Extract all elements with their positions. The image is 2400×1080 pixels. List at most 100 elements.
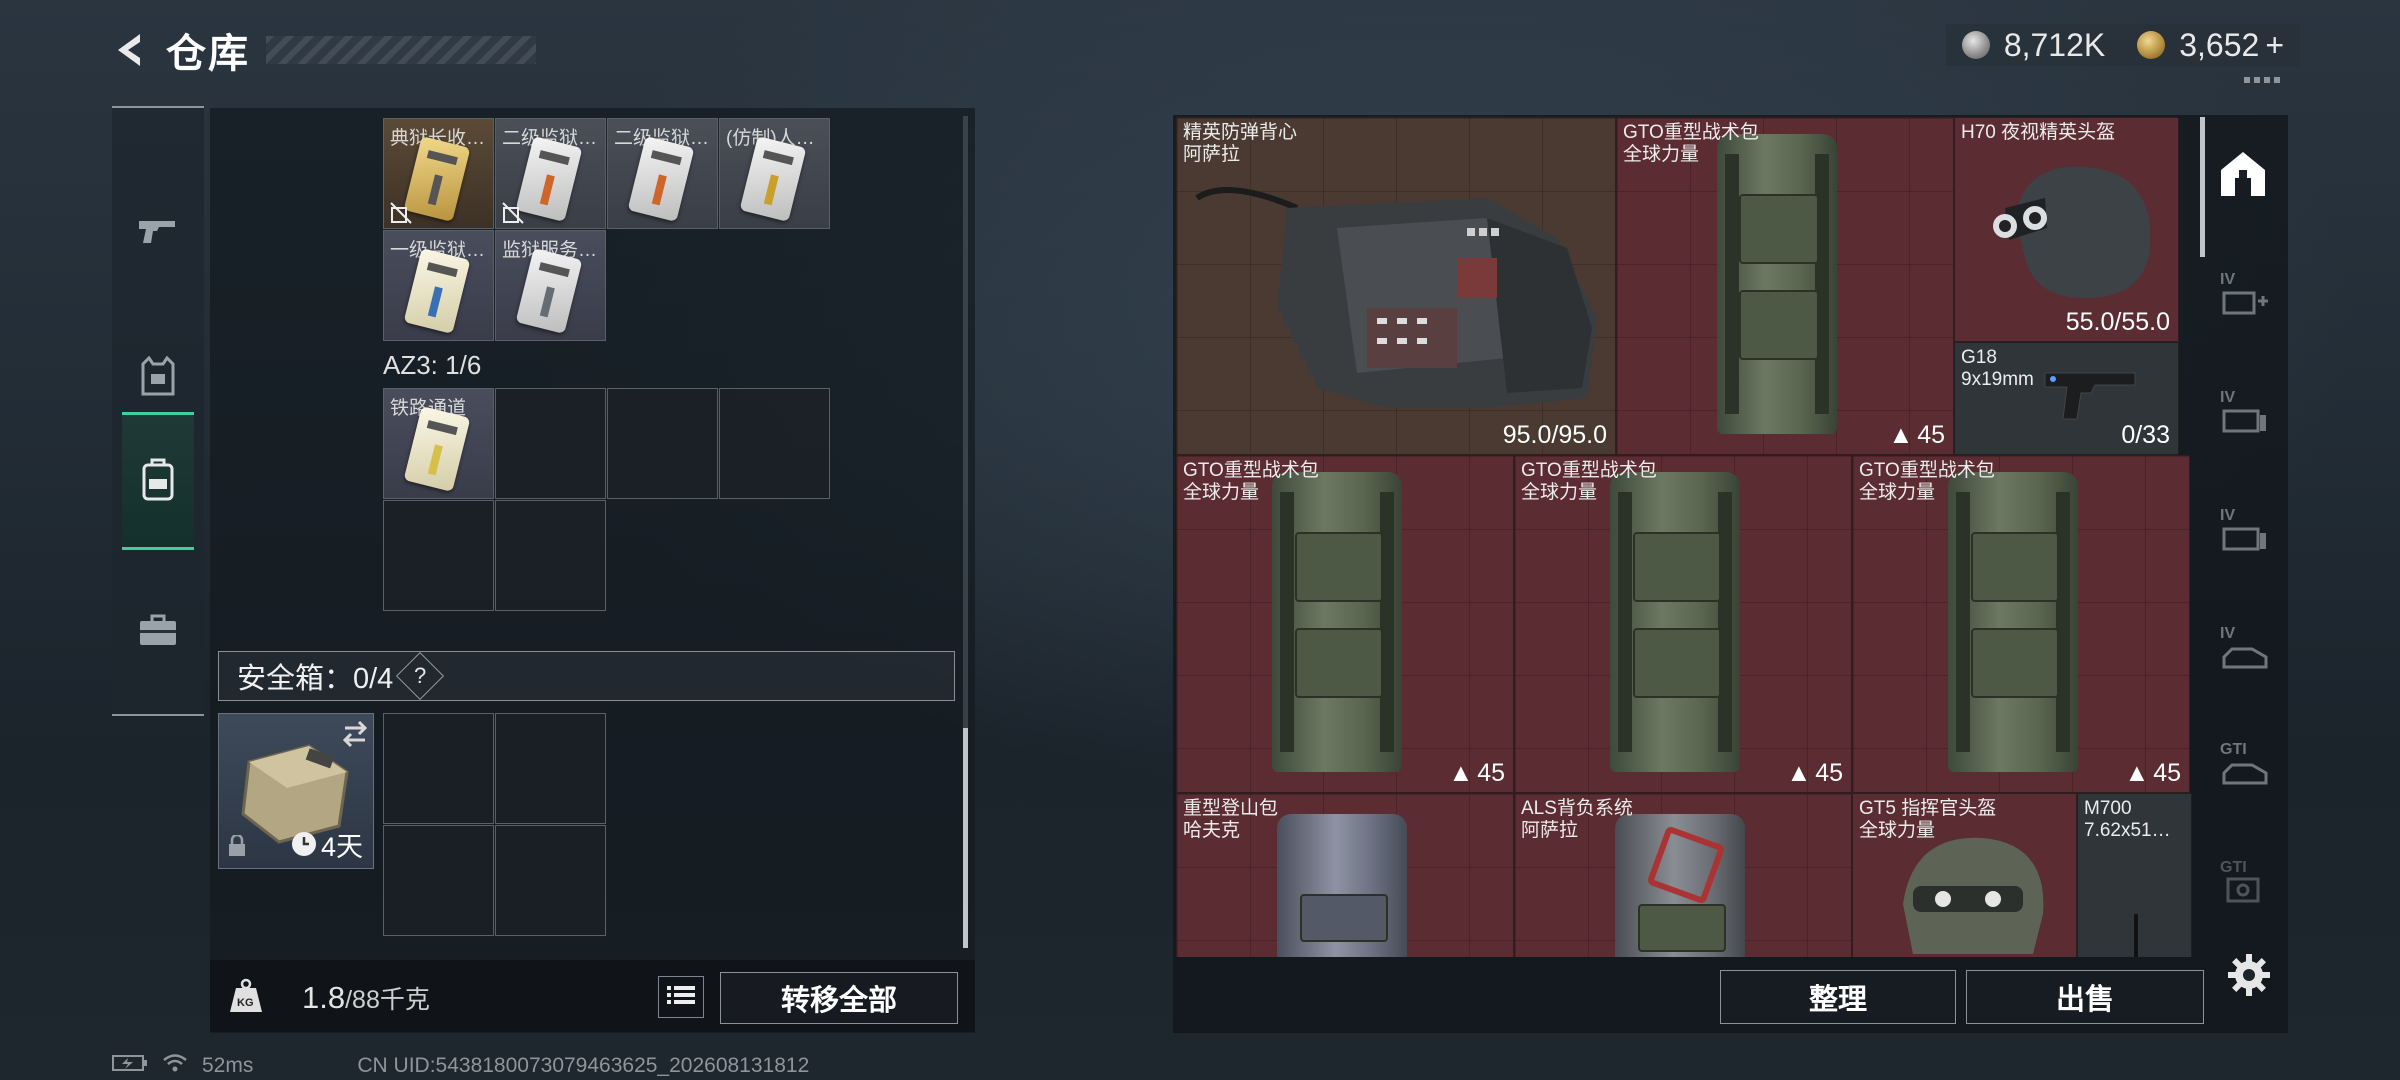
backpack-image <box>1717 134 1837 434</box>
item-name: G18 9x19mm <box>1961 347 2034 390</box>
list-icon <box>667 984 695 1011</box>
item-name: GTO重型战术包 全球力量 <box>1859 460 1995 503</box>
backpack-image <box>1272 472 1402 772</box>
sell-button[interactable]: 出售 <box>1966 970 2204 1024</box>
pistol-icon <box>137 217 179 252</box>
back-arrow-icon[interactable] <box>110 30 150 70</box>
tab-tier[interactable]: GTI <box>2214 855 2272 913</box>
helmet-image <box>1993 166 2151 298</box>
timer-icon <box>291 831 317 862</box>
az3-grid: 铁路通道 <box>383 388 835 618</box>
help-mark: ? <box>414 663 427 688</box>
key-item[interactable]: 二级监狱… <box>495 118 606 229</box>
tab-tier[interactable]: IV <box>2214 503 2272 561</box>
key-item[interactable]: 监狱服务… <box>495 230 606 341</box>
briefcase-icon <box>138 613 178 652</box>
item-name: GT5 指挥官头盔 全球力量 <box>1859 798 1997 841</box>
user-uid: CN UID:5438180073079463625_202608131812 <box>357 1054 810 1077</box>
tab-tier[interactable]: IV <box>2214 621 2272 679</box>
add-currency-button[interactable]: + <box>2265 27 2284 64</box>
sort-button[interactable]: 整理 <box>1720 970 1956 1024</box>
key-item[interactable]: 二级监狱… <box>607 118 718 229</box>
item-name: 精英防弹背心 阿萨拉 <box>1183 122 1298 165</box>
scrollbar-thumb[interactable] <box>963 728 968 948</box>
stash-item[interactable]: H70 夜视精英头盔 55.0/55.0 <box>1954 117 2179 342</box>
help-icon[interactable]: ? <box>396 651 445 701</box>
item-durability: 95.0/95.0 <box>1502 421 1607 449</box>
capacity-icon: ▲ <box>2124 759 2150 787</box>
safe-box-item[interactable]: 4天 <box>218 713 374 869</box>
stash-item[interactable]: M700 7.62x51… <box>2077 793 2192 957</box>
stash-item[interactable]: ALS背负系统 阿萨拉 <box>1514 793 1852 957</box>
status-bar: 52ms CN UID:5438180073079463625_20260813… <box>112 1054 809 1078</box>
currency-bar: 8,712K 3,652 + <box>1945 24 2300 66</box>
title-area: 仓库 <box>110 22 536 78</box>
item-name: 重型登山包 哈夫克 <box>1183 798 1279 841</box>
empty-slot[interactable] <box>719 388 830 499</box>
weight-current: 1.8 <box>302 980 346 1015</box>
weight-max: /88千克 <box>345 986 430 1014</box>
backpack-icon <box>140 457 176 506</box>
nav-backpack-tab[interactable] <box>122 412 194 550</box>
tier-bag-icon: IV <box>2216 271 2270 321</box>
gold-currency-value: 3,652 <box>2179 26 2260 63</box>
armor-vest-image <box>1195 187 1597 408</box>
empty-slot[interactable] <box>383 825 494 936</box>
nav-supplies-tab[interactable] <box>122 572 194 692</box>
item-name: GTO重型战术包 全球力量 <box>1623 122 1759 165</box>
empty-slot[interactable] <box>495 500 606 611</box>
stash-grid: 精英防弹背心 阿萨拉 95.0/95.0 GTO重型战术包 全球力量 ▲ 45 H70… <box>1176 117 2192 957</box>
tab-tier[interactable]: IV <box>2214 267 2272 325</box>
side-nav <box>112 106 204 716</box>
item-name: H70 夜视精英头盔 <box>1961 122 2116 143</box>
key-items-grid: 典狱长收… 二级监狱… 二级监狱… (仿制)人… 一级监狱… 监狱服务… <box>383 118 835 348</box>
item-ammo: 0/33 <box>2121 421 2170 449</box>
wifi-icon <box>162 1053 188 1079</box>
expiry-time: 4天 <box>321 832 364 862</box>
stash-item[interactable]: GTO重型战术包 全球力量 ▲ 45 <box>1852 455 2190 793</box>
key-item[interactable]: (仿制)人… <box>719 118 830 229</box>
tab-tier[interactable]: IV <box>2214 385 2272 443</box>
armor-vest-icon <box>141 355 175 401</box>
stash-tabs: IV IV IV IV GTI GTI <box>2200 77 2286 957</box>
key-item[interactable]: 一级监狱… <box>383 230 494 341</box>
key-item[interactable]: 铁路通道 <box>383 388 494 499</box>
empty-slot[interactable] <box>383 713 494 824</box>
stash-item[interactable]: 精英防弹背心 阿萨拉 95.0/95.0 <box>1176 117 1616 455</box>
safe-box-header: 安全箱：0/4 ? <box>218 651 955 701</box>
stash-item[interactable]: GTO重型战术包 全球力量 ▲ 45 <box>1176 455 1514 793</box>
gear-icon[interactable] <box>2226 952 2272 998</box>
stash-item[interactable]: 重型登山包 哈夫克 <box>1176 793 1514 957</box>
stash-item[interactable]: GT5 指挥官头盔 全球力量 <box>1852 793 2077 957</box>
empty-slot[interactable] <box>383 500 494 611</box>
empty-slot[interactable] <box>495 825 606 936</box>
empty-slot[interactable] <box>495 388 606 499</box>
list-view-button[interactable] <box>658 976 704 1018</box>
item-name: GTO重型战术包 全球力量 <box>1521 460 1657 503</box>
empty-slot[interactable] <box>495 713 606 824</box>
stash-item[interactable]: GTO重型战术包 全球力量 ▲ 45 <box>1616 117 1954 455</box>
empty-slot[interactable] <box>607 388 718 499</box>
transfer-all-button[interactable]: 转移全部 <box>720 972 958 1024</box>
weight-kg-icon: KG <box>226 978 266 1014</box>
item-capacity: ▲ 45 <box>1448 759 1505 787</box>
stash-item[interactable]: G18 9x19mm 0/33 <box>1954 342 2179 455</box>
backpack-image <box>1277 814 1407 957</box>
tab-tier[interactable]: GTI <box>2214 737 2272 795</box>
safe-box-grid <box>383 713 611 939</box>
stash-item[interactable]: GTO重型战术包 全球力量 ▲ 45 <box>1514 455 1852 793</box>
tabs-top-divider <box>2244 77 2284 83</box>
tier-bag-icon: GTI <box>2216 741 2270 791</box>
tab-all-storage[interactable] <box>2214 147 2272 205</box>
backpack-image <box>1610 472 1740 772</box>
item-capacity: ▲ 45 <box>1786 759 1843 787</box>
backpack-image <box>1615 814 1745 957</box>
nav-weapons-tab[interactable] <box>122 174 194 294</box>
key-item[interactable]: 典狱长收… <box>383 118 494 229</box>
capacity-icon: ▲ <box>1448 759 1474 787</box>
tier-bag-icon: IV <box>2216 625 2270 675</box>
tabs-scrollbar[interactable] <box>2200 117 2205 257</box>
ping-value: 52ms <box>202 1054 254 1077</box>
backpack-image <box>1948 472 2078 772</box>
silver-coin-icon <box>1961 31 1990 59</box>
